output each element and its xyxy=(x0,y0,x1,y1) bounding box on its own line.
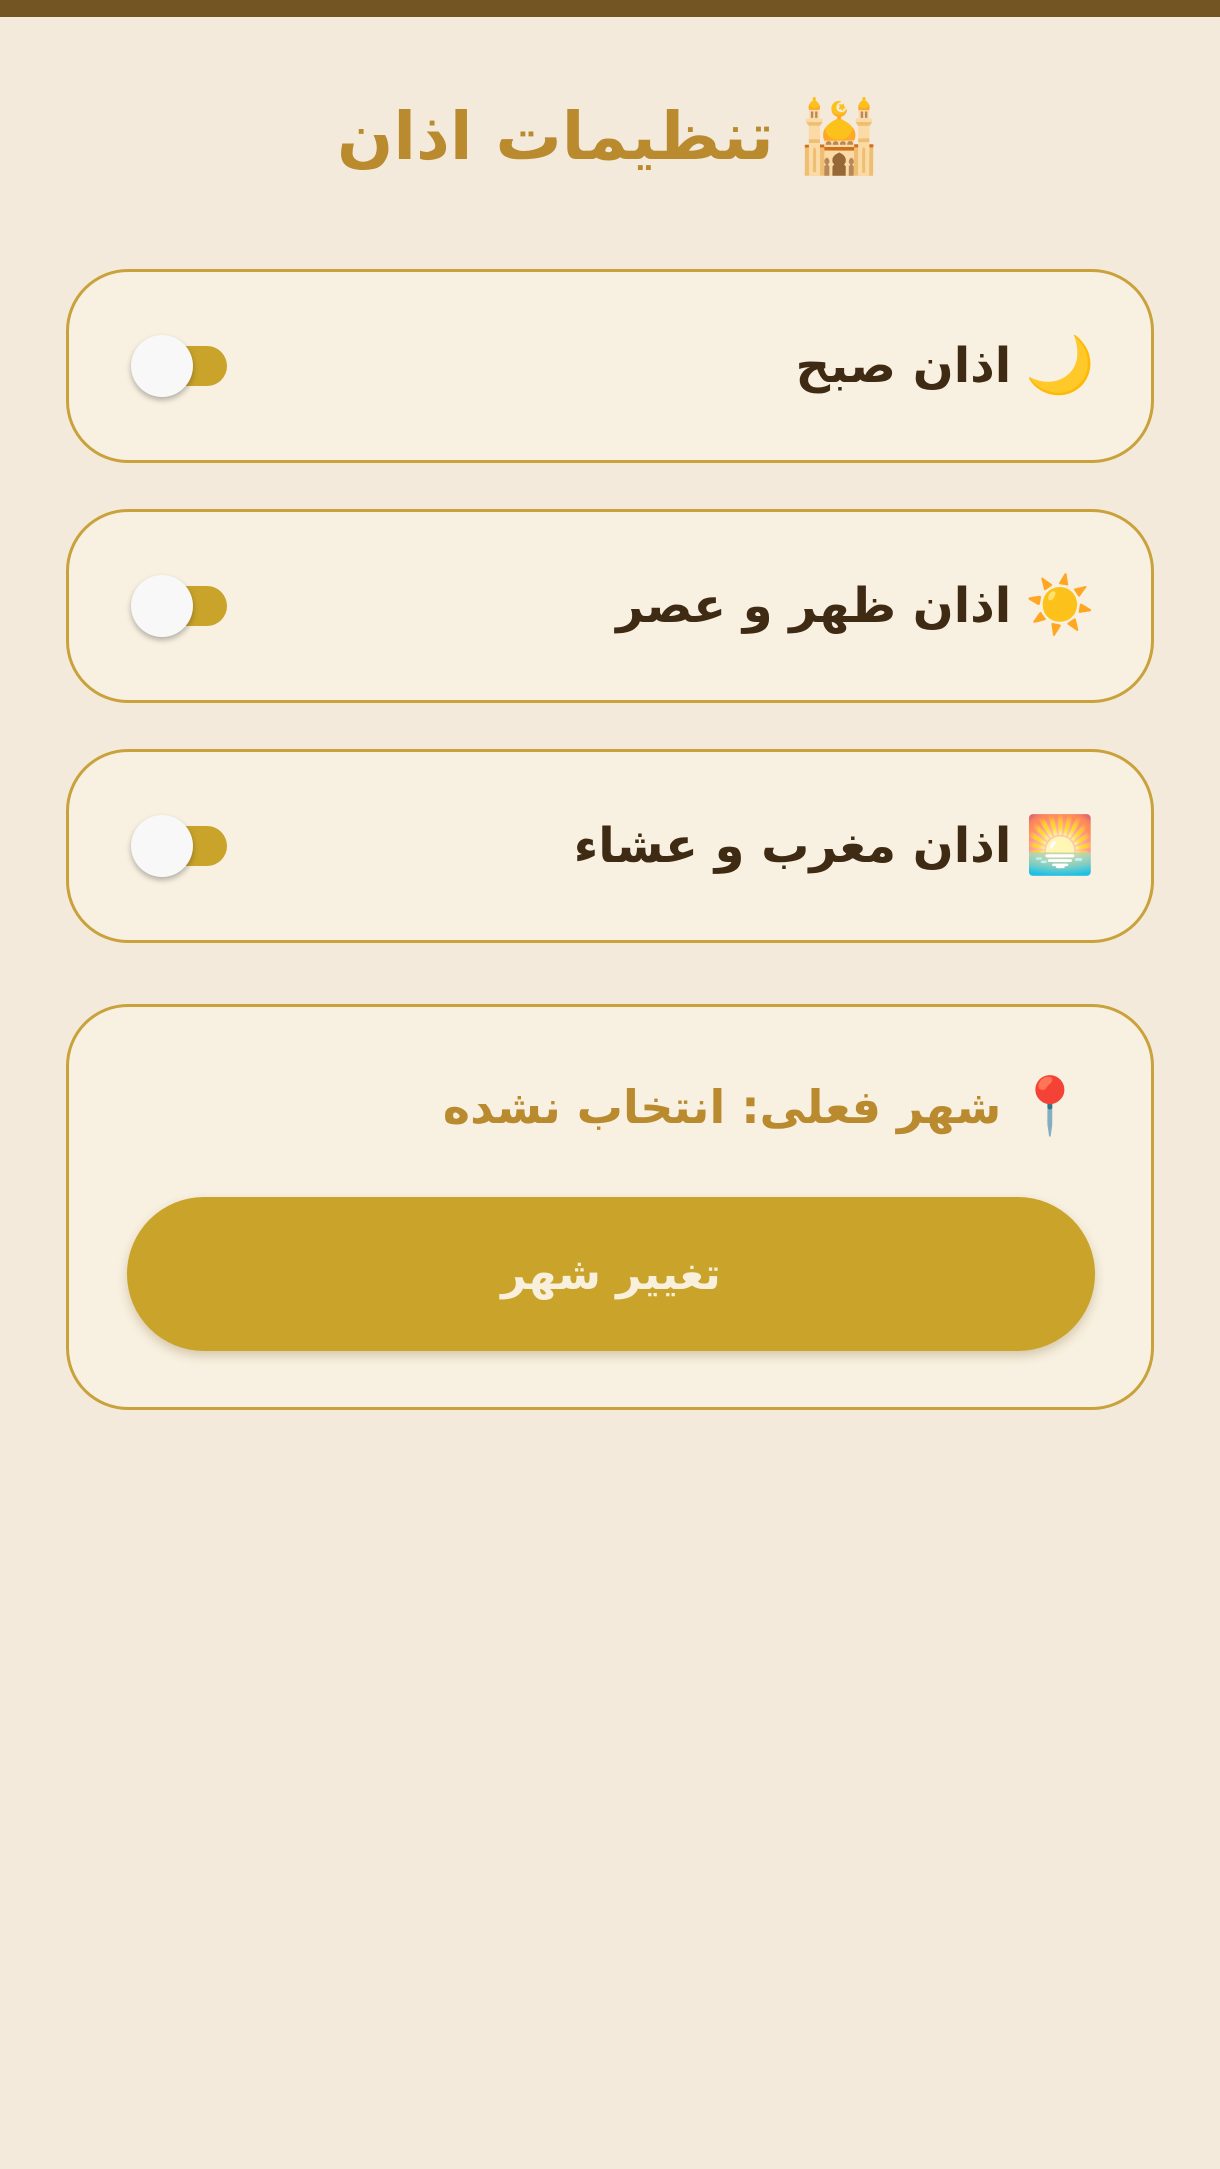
page-title: 🕌 تنظیمات اذان xyxy=(0,82,1220,192)
dhuhr-asr-adhan-label: ☀️ اذان ظهر و عصر xyxy=(616,512,1095,700)
mosque-icon: 🕌 xyxy=(795,96,883,178)
maghrib-isha-adhan-card: 🌅 اذان مغرب و عشاء xyxy=(66,749,1154,943)
sun-icon: ☀️ xyxy=(1025,573,1095,638)
toggle-thumb xyxy=(131,815,193,877)
sunset-icon: 🌅 xyxy=(1025,813,1095,878)
maghrib-isha-adhan-toggle[interactable] xyxy=(131,815,227,877)
dhuhr-asr-adhan-toggle[interactable] xyxy=(131,575,227,637)
maghrib-isha-adhan-label: 🌅 اذان مغرب و عشاء xyxy=(574,752,1095,940)
dhuhr-asr-adhan-card: ☀️ اذان ظهر و عصر xyxy=(66,509,1154,703)
fajr-adhan-label: 🌙 اذان صبح xyxy=(795,272,1095,460)
fajr-adhan-toggle[interactable] xyxy=(131,335,227,397)
status-bar xyxy=(0,0,1220,17)
dhuhr-asr-adhan-label-text: اذان ظهر و عصر xyxy=(616,578,1012,634)
maghrib-isha-adhan-label-text: اذان مغرب و عشاء xyxy=(573,818,1012,874)
change-city-button[interactable]: تغییر شهر xyxy=(127,1197,1095,1351)
page-title-text: تنظیمات اذان xyxy=(337,98,774,175)
current-city: 📍 شهر فعلی: انتخاب نشده xyxy=(443,1069,1085,1145)
fajr-adhan-card: 🌙 اذان صبح xyxy=(66,269,1154,463)
toggle-thumb xyxy=(131,335,193,397)
fajr-adhan-label-text: اذان صبح xyxy=(795,338,1012,394)
location-pin-icon: 📍 xyxy=(1015,1074,1085,1139)
city-card: 📍 شهر فعلی: انتخاب نشده تغییر شهر xyxy=(66,1004,1154,1410)
toggle-thumb xyxy=(131,575,193,637)
crescent-moon-icon: 🌙 xyxy=(1025,333,1095,398)
current-city-text: شهر فعلی: انتخاب نشده xyxy=(442,1080,1002,1134)
